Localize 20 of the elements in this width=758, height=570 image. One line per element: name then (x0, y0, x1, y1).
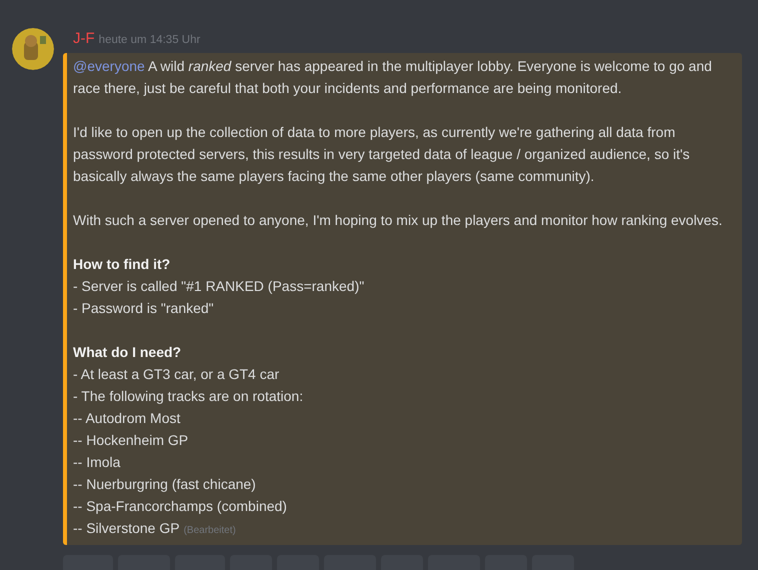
message-line: - Password is "ranked" (73, 300, 214, 316)
message-paragraph: I'd like to open up the collection of data to more players, as currently we're gathering all data from password protected servers, this results in very targeted data of league / organized audience, so it's basically always the same players facing the same other players (same community). (73, 122, 691, 186)
message-paragraph: @everyone A wild ranked server has appeared in the multiplayer lobby. Everyone is welcome to go and race there, just be careful that both your incidents and performance are being monitored. (73, 56, 713, 98)
message-line: -- Nuerburgring (fast chicane) (73, 476, 256, 492)
section-heading: What do I need? (73, 342, 182, 362)
message-line: - The following tracks are on rotation: (73, 388, 304, 404)
message-line: -- Silverstone GP (73, 520, 180, 536)
avatar-icon (12, 28, 54, 70)
section-heading: How to find it? (73, 254, 172, 274)
mention-link[interactable]: @everyone (73, 58, 145, 74)
author-name[interactable]: J-F (73, 28, 95, 50)
edited-label: (Bearbeitet) (184, 524, 236, 536)
message-line: -- Hockenheim GP (73, 432, 188, 448)
message-line: -- Spa-Francorchamps (combined) (73, 498, 287, 514)
message-paragraph: With such a server opened to anyone, I'm hoping to mix up the players and monitor how ranking evolves. (73, 210, 724, 230)
message-line: - At least a GT3 car, or a GT4 car (73, 366, 280, 382)
message-line: - Server is called "#1 RANKED (Pass=ranked)" (73, 278, 364, 294)
message-line: -- Imola (73, 454, 120, 470)
message-line: -- Autodrom Most (73, 410, 180, 426)
timestamp: heute um 14:35 Uhr (98, 33, 200, 48)
